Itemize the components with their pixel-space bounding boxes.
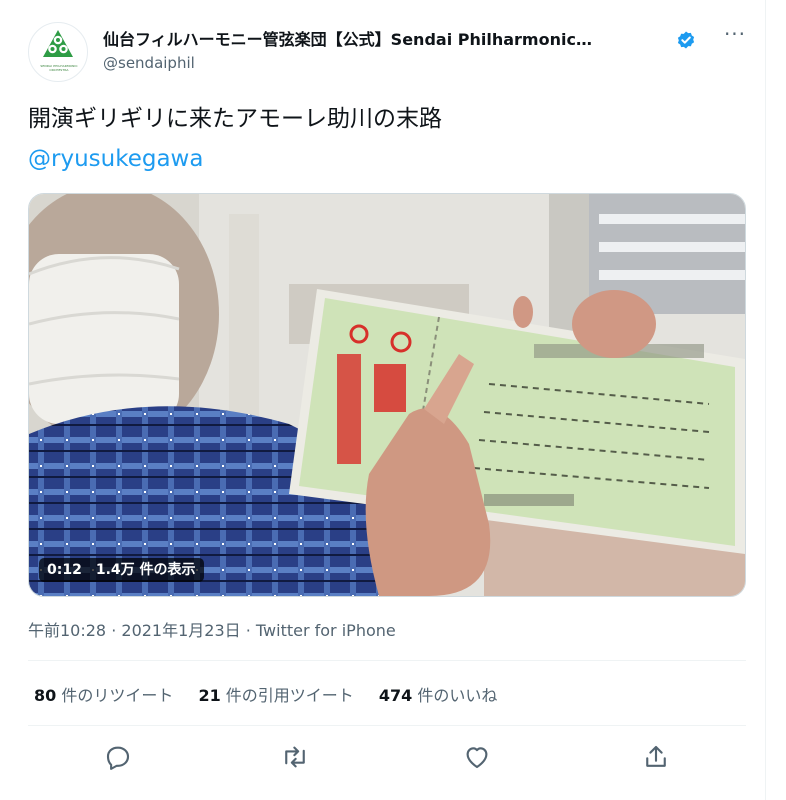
retweet-button[interactable] [280, 742, 310, 772]
reply-icon [106, 746, 130, 770]
divider [28, 725, 746, 726]
orchestra-logo-icon [43, 30, 73, 57]
reply-button[interactable] [103, 742, 133, 772]
avatar[interactable]: SENDAI PHILHARMONIC ORCHESTRA [28, 22, 88, 82]
retweet-count[interactable]: 80 件のリツイート [34, 682, 173, 706]
divider [28, 660, 746, 661]
meta-separator: · [106, 621, 122, 640]
engagement-stats: 80 件のリツイート 21 件の引用ツイート 474 件のいいね [34, 682, 517, 706]
verified-badge-icon [676, 30, 696, 50]
like-button[interactable] [462, 742, 492, 772]
tweet-timestamp: 午前10:28 · 2021年1月23日 · Twitter for iPhon… [28, 617, 396, 641]
quote-tweet-count[interactable]: 21 件の引用ツイート [198, 682, 353, 706]
tweet-detail: SENDAI PHILHARMONIC ORCHESTRA 仙台フィルハーモニー… [0, 0, 766, 800]
author-display-name[interactable]: 仙台フィルハーモニー管弦楽団【公式】Sendai Philharmonic… [103, 26, 592, 50]
mention-link[interactable]: @ryusukegawa [28, 144, 203, 174]
share-button[interactable] [641, 742, 671, 772]
avatar-org-text: SENDAI PHILHARMONIC ORCHESTRA [40, 64, 78, 72]
share-icon [646, 745, 666, 767]
author-handle[interactable]: @sendaiphil [103, 54, 195, 72]
video-view-count: 1.4万 件の表示 [95, 562, 196, 578]
tweet-text: 開演ギリギリに来たアモーレ助川の末路 [28, 106, 442, 132]
like-count[interactable]: 474 件のいいね [379, 682, 498, 706]
meta-separator: · [240, 621, 256, 640]
more-options-button[interactable]: ··· [722, 24, 748, 50]
video-info-badge: 0:12 1.4万 件の表示 [39, 558, 204, 582]
retweet-icon [285, 746, 305, 768]
like-icon [466, 747, 488, 769]
tweet-time[interactable]: 午前10:28 [28, 621, 106, 640]
video-duration: 0:12 [47, 562, 82, 578]
video-frame [29, 194, 745, 596]
tweet-client[interactable]: Twitter for iPhone [256, 621, 396, 640]
tweet-date[interactable]: 2021年1月23日 [121, 621, 240, 640]
video-player[interactable] [28, 193, 746, 597]
